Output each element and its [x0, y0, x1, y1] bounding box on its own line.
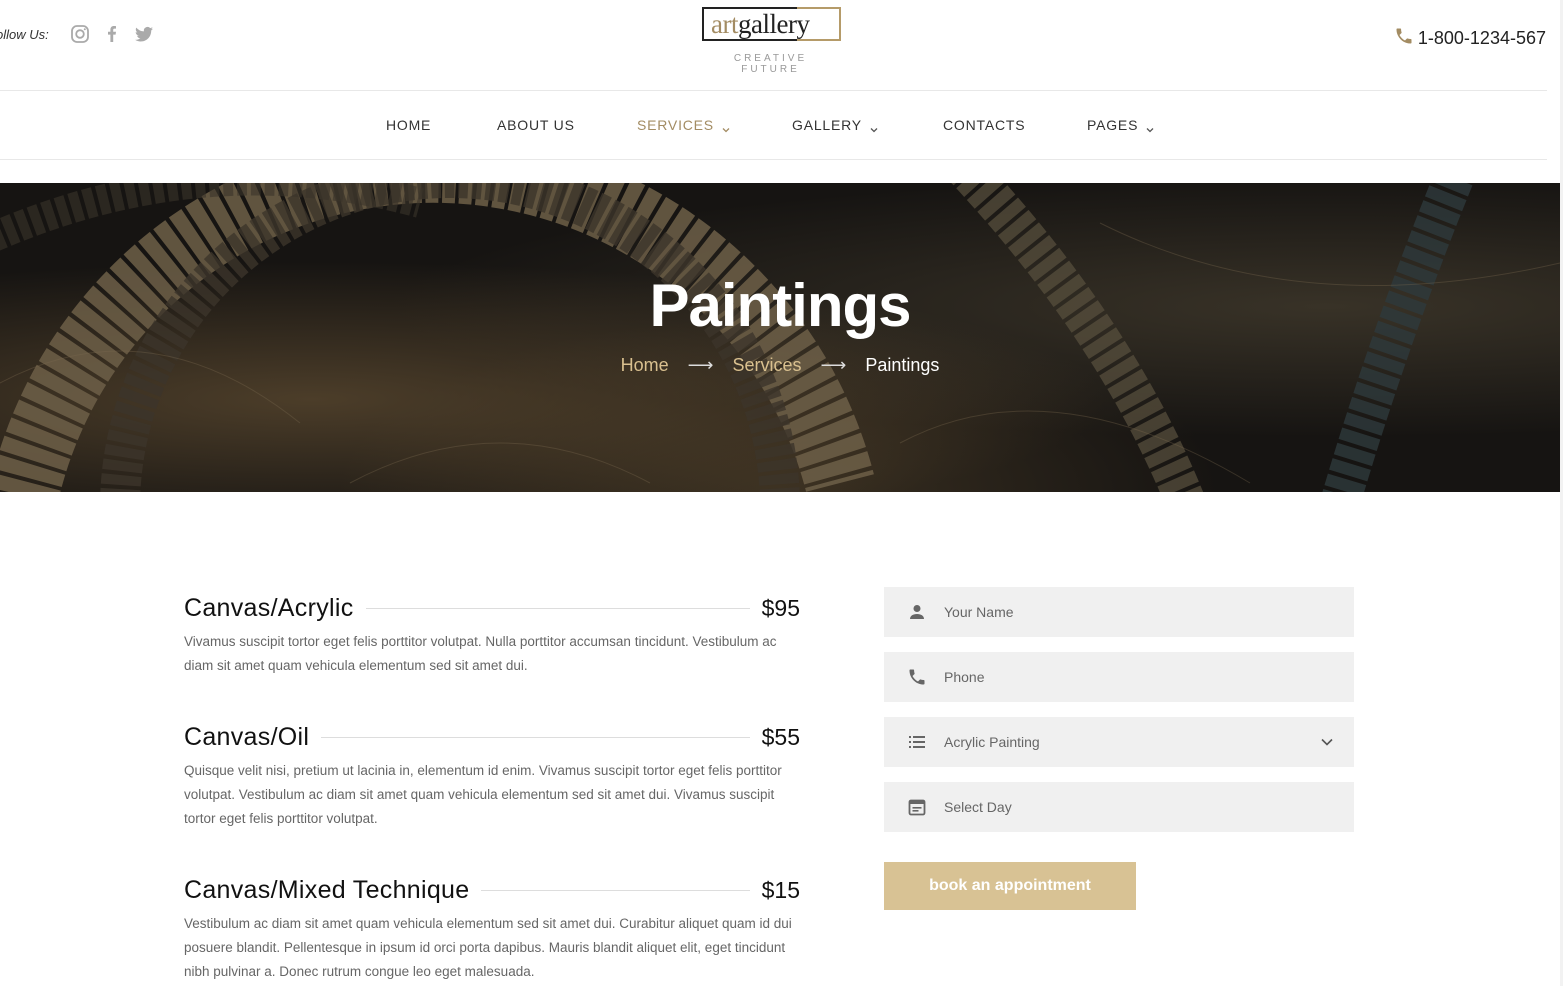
arrow-right-icon: ⟶: [687, 355, 714, 375]
day-field[interactable]: Select Day: [884, 782, 1354, 832]
divider: [365, 607, 750, 609]
service-description: Vivamus suscipit tortor eget felis portt…: [184, 634, 777, 673]
chevron-down-icon: [722, 121, 730, 133]
service-select-value: Acrylic Painting: [944, 734, 1040, 750]
logo-art-text: art: [711, 9, 738, 39]
name-placeholder: Your Name: [944, 604, 1014, 620]
service-description: Quisque velit nisi, pretium ut lacinia i…: [184, 763, 782, 826]
phone-contact[interactable]: 1-800-1234-567: [1394, 26, 1546, 51]
nav-contacts[interactable]: CONTACTS: [943, 117, 1025, 133]
social-links: [70, 24, 154, 44]
user-icon: [907, 602, 927, 622]
service-price: $95: [761, 594, 800, 621]
nav-pages[interactable]: PAGES: [1087, 117, 1154, 133]
service-price: $15: [761, 876, 800, 903]
breadcrumb-services-link[interactable]: Services: [732, 355, 801, 375]
divider: [481, 889, 750, 891]
chevron-down-icon: [1320, 735, 1334, 749]
nav-services[interactable]: SERVICES: [637, 117, 730, 133]
chevron-down-icon: [870, 121, 878, 133]
breadcrumb-home-link[interactable]: Home: [621, 355, 669, 375]
instagram-icon[interactable]: [70, 24, 90, 44]
twitter-icon[interactable]: [134, 24, 154, 44]
phone-placeholder: Phone: [944, 669, 985, 685]
nav-contacts-label: CONTACTS: [943, 117, 1026, 133]
page-title: Paintings: [649, 272, 911, 339]
price-list-item: Canvas/Oil $55 Quisque velit nisi, preti…: [184, 719, 800, 831]
nav-pages-label: PAGES: [1087, 117, 1139, 133]
chevron-down-icon: [1146, 121, 1154, 133]
nav-gallery[interactable]: GALLERY: [792, 117, 878, 133]
name-field[interactable]: Your Name: [884, 587, 1354, 637]
service-title: Canvas/Mixed Technique: [184, 875, 470, 904]
page-hero-banner: Paintings Home ⟶ Services ⟶ Paintings: [0, 183, 1560, 492]
nav-gallery-label: GALLERY: [792, 117, 862, 133]
arrow-right-icon: ⟶: [820, 355, 847, 375]
calendar-icon: [907, 797, 927, 817]
main-navigation: HOME ABOUT US SERVICES GALLERY CONTACTS …: [0, 90, 1547, 160]
breadcrumb-current: Paintings: [865, 355, 940, 375]
phone-icon: [1394, 26, 1414, 51]
phone-number: 1-800-1234-567: [1417, 28, 1546, 48]
nav-about-us[interactable]: ABOUT US: [497, 117, 575, 133]
day-placeholder: Select Day: [944, 799, 1012, 815]
service-title: Canvas/Oil: [184, 722, 310, 751]
list-icon: [907, 732, 927, 752]
nav-services-label: SERVICES: [637, 117, 714, 133]
price-list-item: Canvas/Acrylic $95 Vivamus suscipit tort…: [184, 590, 800, 678]
follow-us-label: ollow Us:: [0, 27, 49, 42]
site-logo[interactable]: artgallery CREATIVE FUTURE: [702, 7, 841, 75]
book-appointment-button[interactable]: book an appointment: [884, 862, 1136, 910]
divider: [321, 736, 750, 738]
service-select[interactable]: Acrylic Painting: [884, 717, 1354, 767]
logo-tagline: CREATIVE FUTURE: [733, 53, 808, 75]
facebook-icon[interactable]: [102, 24, 122, 44]
logo-wordmark: artgallery: [702, 7, 841, 41]
price-list-item: Canvas/Mixed Technique $15 Vestibulum ac…: [184, 872, 800, 984]
nav-about-label: ABOUT US: [497, 117, 575, 133]
service-description: Vestibulum ac diam sit amet quam vehicul…: [184, 916, 792, 979]
nav-home-label: HOME: [386, 117, 432, 133]
service-title: Canvas/Acrylic: [184, 593, 354, 622]
top-header: ollow Us: artgallery CREATIVE FUTURE 1-8…: [0, 0, 1563, 90]
service-price: $55: [761, 723, 800, 750]
logo-gold-frame: [797, 7, 841, 41]
phone-field[interactable]: Phone: [884, 652, 1354, 702]
nav-home[interactable]: HOME: [386, 117, 431, 133]
phone-icon: [907, 667, 927, 687]
breadcrumb: Home ⟶ Services ⟶ Paintings: [0, 355, 1560, 376]
